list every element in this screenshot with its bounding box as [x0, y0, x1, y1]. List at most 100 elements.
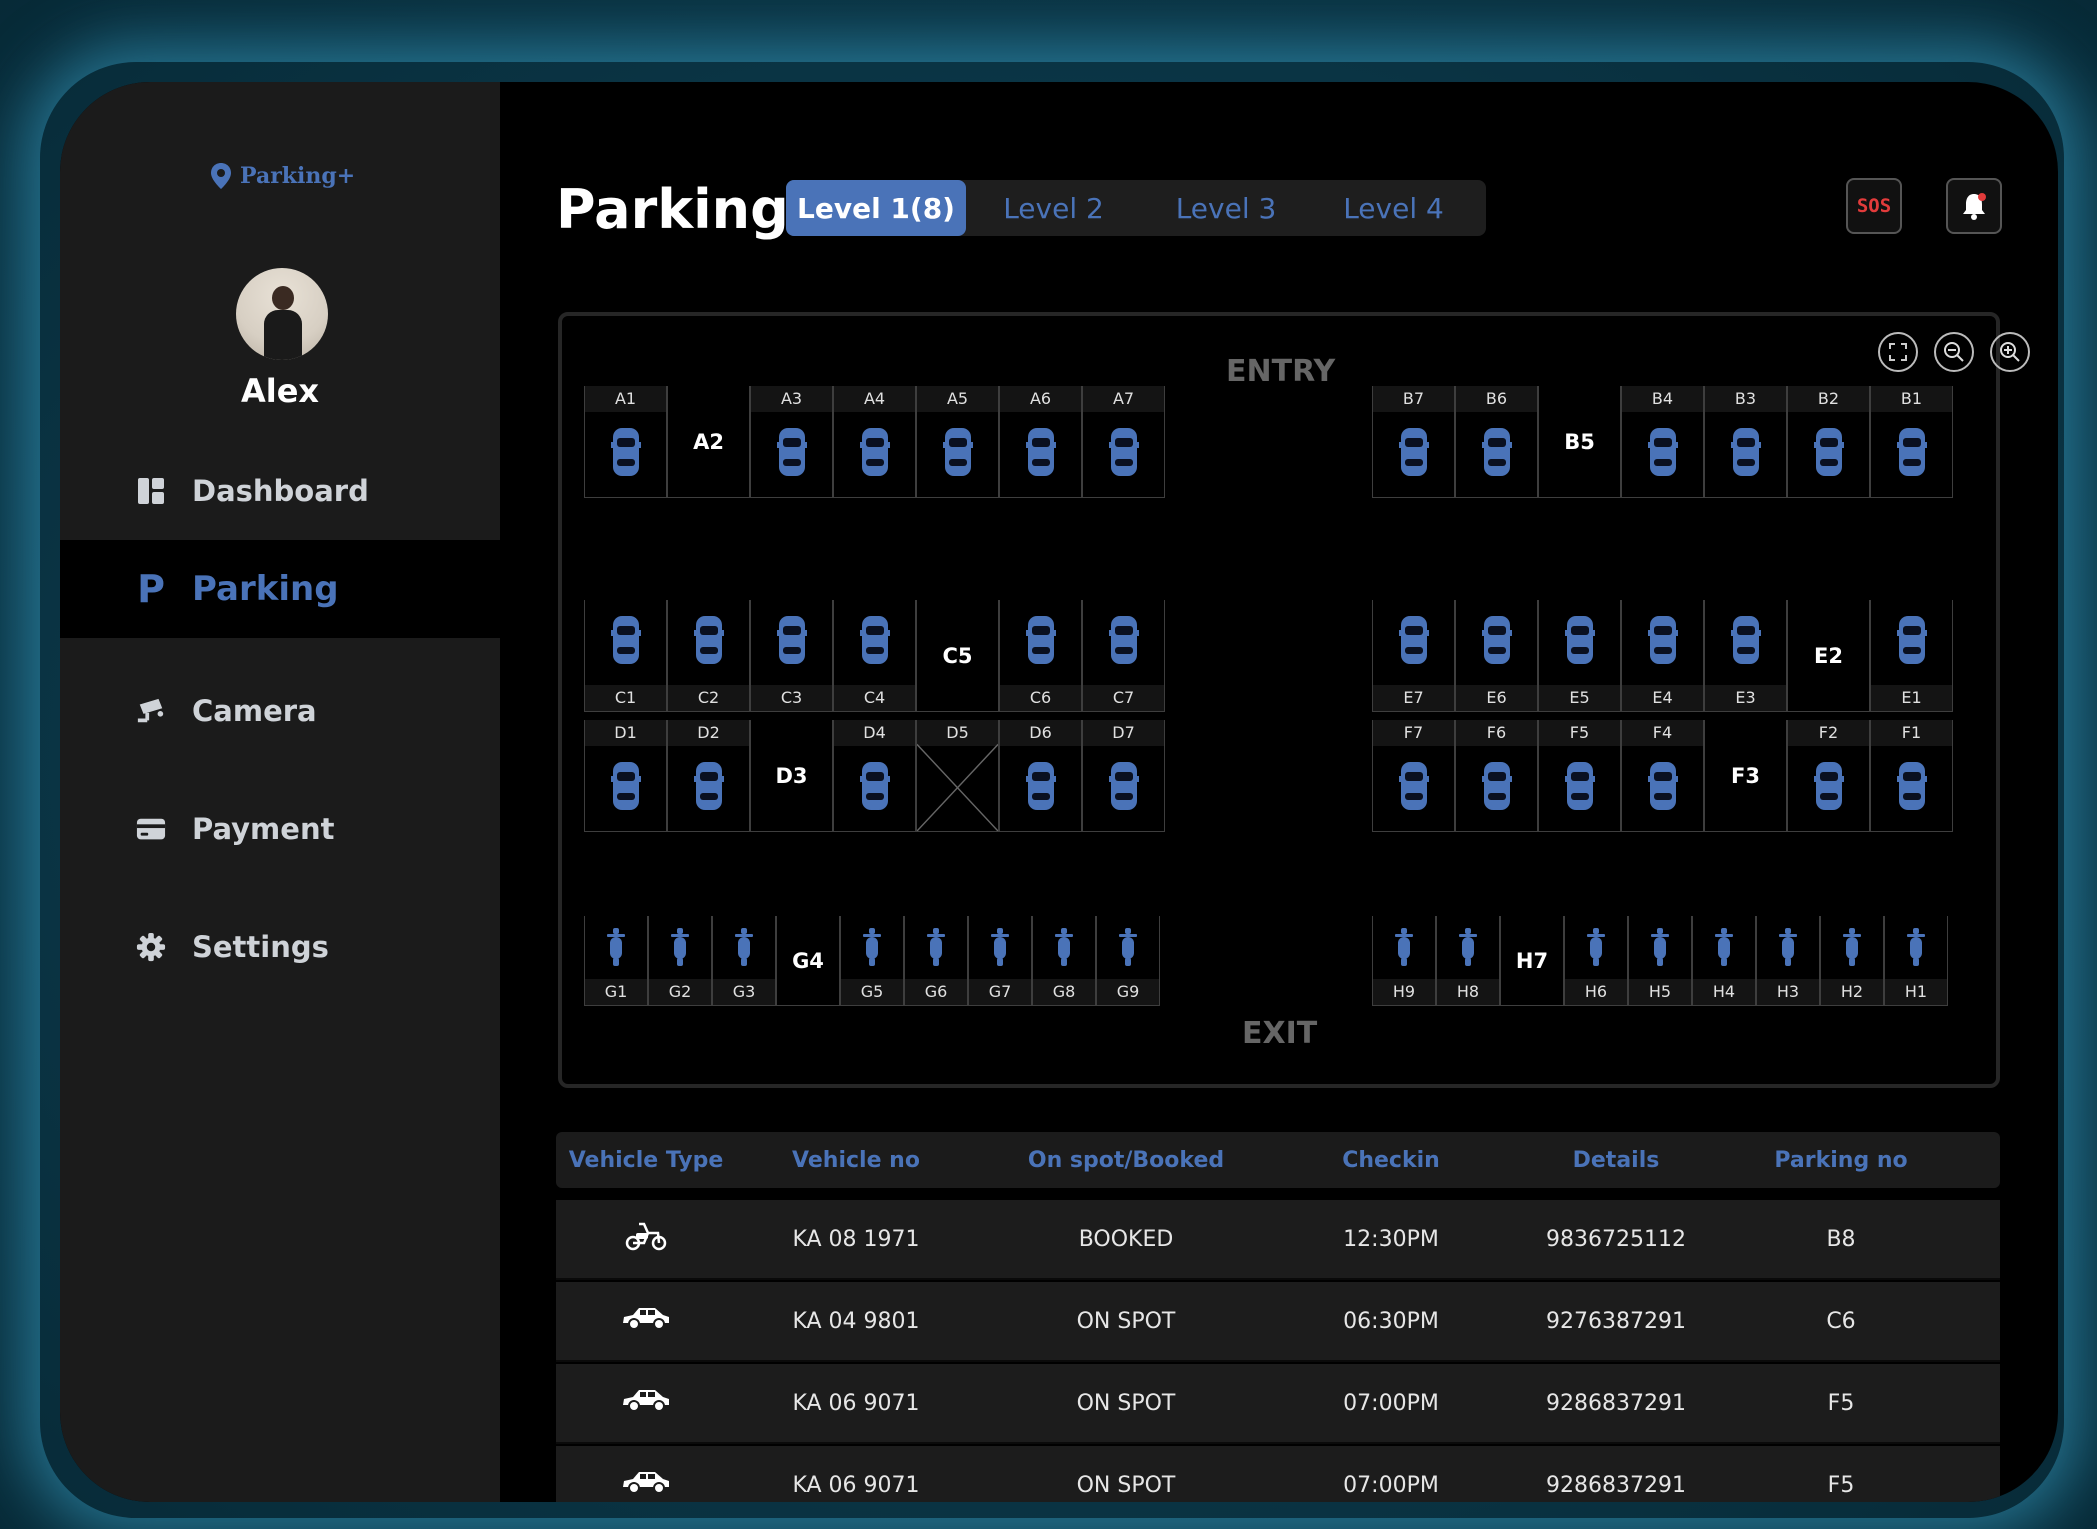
- spot-label: G7: [969, 979, 1031, 1005]
- scooter-icon: [862, 928, 882, 970]
- parking-spot-a7[interactable]: A7: [1082, 386, 1165, 498]
- app-logo[interactable]: Parking+: [210, 162, 355, 190]
- zoom-out-button[interactable]: [1934, 332, 1974, 372]
- parking-spot-g6[interactable]: G6: [904, 916, 968, 1006]
- col-parking-no[interactable]: Parking no: [1726, 1148, 1956, 1173]
- col-vehicle-no[interactable]: Vehicle no: [736, 1148, 976, 1173]
- parking-spot-f7[interactable]: F7: [1372, 720, 1455, 832]
- parking-spot-f2[interactable]: F2: [1787, 720, 1870, 832]
- parking-spot-g1[interactable]: G1: [584, 916, 648, 1006]
- nav-item-camera[interactable]: Camera: [60, 662, 500, 760]
- parking-spot-g7[interactable]: G7: [968, 916, 1032, 1006]
- parking-spot-h9[interactable]: H9: [1372, 916, 1436, 1006]
- parking-spot-g9[interactable]: G9: [1096, 916, 1160, 1006]
- parking-spot-d2[interactable]: D2: [667, 720, 750, 832]
- col-status[interactable]: On spot/Booked: [976, 1148, 1276, 1173]
- parking-spot-g8[interactable]: G8: [1032, 916, 1096, 1006]
- parking-spot-g2[interactable]: G2: [648, 916, 712, 1006]
- parking-spot-f4[interactable]: F4: [1621, 720, 1704, 832]
- spot-label: H9: [1373, 979, 1435, 1005]
- parking-spot-d7[interactable]: D7: [1082, 720, 1165, 832]
- parking-spot-a3[interactable]: A3: [750, 386, 833, 498]
- table-row[interactable]: KA 06 9071 ON SPOT 07:00PM 9286837291 F5: [556, 1364, 2000, 1444]
- tab-level-4[interactable]: Level 4: [1311, 180, 1476, 236]
- parking-spot-h4[interactable]: H4: [1692, 916, 1756, 1006]
- parking-spot-h2[interactable]: H2: [1820, 916, 1884, 1006]
- tab-level-2[interactable]: Level 2: [966, 180, 1141, 236]
- parking-spot-c1[interactable]: C1: [584, 600, 667, 712]
- parking-spot-c7[interactable]: C7: [1082, 600, 1165, 712]
- parking-spot-e5[interactable]: E5: [1538, 600, 1621, 712]
- spot-label: H3: [1757, 979, 1819, 1005]
- parking-spot-c4[interactable]: C4: [833, 600, 916, 712]
- parking-spot-b1[interactable]: B1: [1870, 386, 1953, 498]
- parking-spot-b3[interactable]: B3: [1704, 386, 1787, 498]
- parking-spot-b2[interactable]: B2: [1787, 386, 1870, 498]
- parking-spot-e2[interactable]: E2: [1787, 600, 1870, 712]
- parking-spot-b6[interactable]: B6: [1455, 386, 1538, 498]
- checkin-cell: 07:00PM: [1343, 1472, 1439, 1498]
- parking-spot-a5[interactable]: A5: [916, 386, 999, 498]
- parking-spot-a6[interactable]: A6: [999, 386, 1082, 498]
- parking-spot-c6[interactable]: C6: [999, 600, 1082, 712]
- tab-level-3[interactable]: Level 3: [1141, 180, 1311, 236]
- level-tabs: Level 1(8) Level 2 Level 3 Level 4: [786, 180, 1486, 236]
- parking-spot-a4[interactable]: A4: [833, 386, 916, 498]
- parking-spot-c3[interactable]: C3: [750, 600, 833, 712]
- nav-item-settings[interactable]: Settings: [60, 898, 500, 996]
- parking-spot-h7[interactable]: H7: [1500, 916, 1564, 1006]
- parking-spot-h6[interactable]: H6: [1564, 916, 1628, 1006]
- nav-item-dashboard[interactable]: Dashboard: [60, 442, 500, 540]
- spot-label: C6: [1000, 685, 1081, 711]
- parking-spot-f5[interactable]: F5: [1538, 720, 1621, 832]
- spot-label: H4: [1693, 979, 1755, 1005]
- parking-spot-g3[interactable]: G3: [712, 916, 776, 1006]
- col-details[interactable]: Details: [1506, 1148, 1726, 1173]
- parking-spot-h1[interactable]: H1: [1884, 916, 1948, 1006]
- notification-button[interactable]: [1946, 178, 2002, 234]
- parking-spot-f1[interactable]: F1: [1870, 720, 1953, 832]
- col-checkin[interactable]: Checkin: [1276, 1148, 1506, 1173]
- parking-spot-e7[interactable]: E7: [1372, 600, 1455, 712]
- parking-spot-d5[interactable]: D5: [916, 720, 999, 832]
- tab-level-1[interactable]: Level 1(8): [786, 180, 966, 236]
- parking-spot-h8[interactable]: H8: [1436, 916, 1500, 1006]
- parking-spot-c5[interactable]: C5: [916, 600, 999, 712]
- parking-spot-g5[interactable]: G5: [840, 916, 904, 1006]
- car-icon: [1481, 426, 1512, 482]
- spot-label: F6: [1456, 720, 1537, 746]
- parking-spot-a1[interactable]: A1: [584, 386, 667, 498]
- parking-spot-d4[interactable]: D4: [833, 720, 916, 832]
- car-icon: [610, 614, 641, 670]
- table-row[interactable]: KA 04 9801 ON SPOT 06:30PM 9276387291 C6: [556, 1282, 2000, 1362]
- parking-spot-h3[interactable]: H3: [1756, 916, 1820, 1006]
- parking-spot-h5[interactable]: H5: [1628, 916, 1692, 1006]
- parking-spot-c2[interactable]: C2: [667, 600, 750, 712]
- parking-spot-d3[interactable]: D3: [750, 720, 833, 832]
- parking-spot-f6[interactable]: F6: [1455, 720, 1538, 832]
- parking-spot-b7[interactable]: B7: [1372, 386, 1455, 498]
- zoom-in-icon: [2000, 342, 2020, 362]
- table-row[interactable]: KA 06 9071 ON SPOT 07:00PM 9286837291 F5: [556, 1446, 2000, 1502]
- table-row[interactable]: KA 08 1971 BOOKED 12:30PM 9836725112 B8: [556, 1200, 2000, 1280]
- parking-spot-e3[interactable]: E3: [1704, 600, 1787, 712]
- parking-spot-a2[interactable]: A2: [667, 386, 750, 498]
- parking-spot-b5[interactable]: B5: [1538, 386, 1621, 498]
- zoom-in-button[interactable]: [1990, 332, 2030, 372]
- vehicle-no-cell: KA 06 9071: [792, 1472, 920, 1498]
- sos-button[interactable]: SOS: [1846, 178, 1902, 234]
- parking-spot-e1[interactable]: E1: [1870, 600, 1953, 712]
- parking-spot-f3[interactable]: F3: [1704, 720, 1787, 832]
- parking-spot-d1[interactable]: D1: [584, 720, 667, 832]
- parking-spot-e6[interactable]: E6: [1455, 600, 1538, 712]
- parking-spot-b4[interactable]: B4: [1621, 386, 1704, 498]
- nav-item-parking[interactable]: P Parking: [60, 540, 500, 638]
- parking-spot-g4[interactable]: G4: [776, 916, 840, 1006]
- fullscreen-button[interactable]: [1878, 332, 1918, 372]
- nav-item-payment[interactable]: Payment: [60, 780, 500, 878]
- col-vehicle-type[interactable]: Vehicle Type: [556, 1148, 736, 1173]
- user-name: Alex: [240, 372, 320, 410]
- avatar[interactable]: [236, 268, 328, 360]
- parking-spot-d6[interactable]: D6: [999, 720, 1082, 832]
- parking-spot-e4[interactable]: E4: [1621, 600, 1704, 712]
